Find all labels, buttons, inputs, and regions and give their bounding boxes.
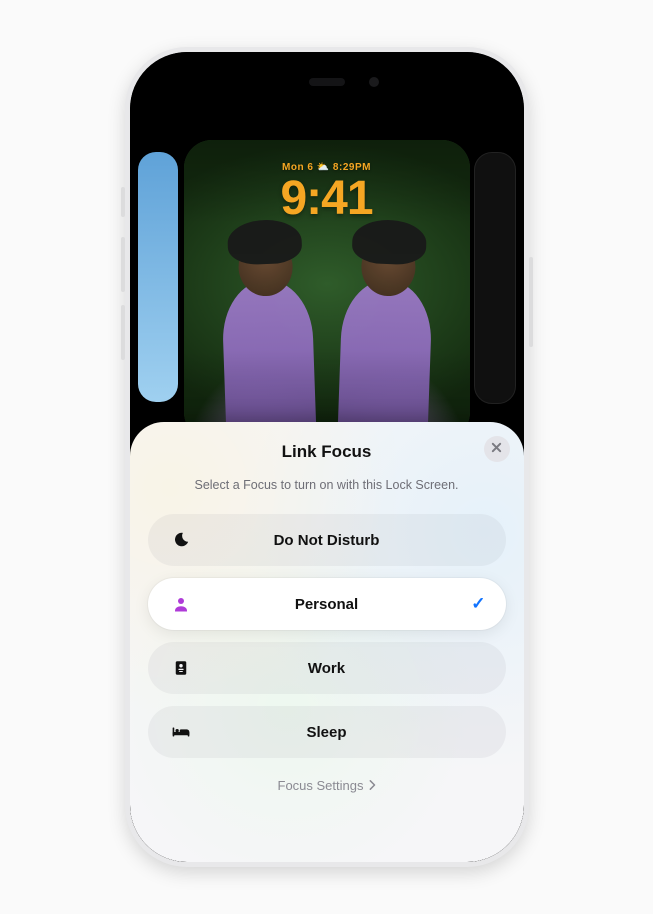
sheet-subtitle: Select a Focus to turn on with this Lock… bbox=[194, 478, 458, 492]
lockscreen-meta: Mon 6 ⛅ 8:29PM 9:41 bbox=[184, 162, 470, 223]
focus-row-dnd[interactable]: Do Not Disturb ✓ bbox=[148, 514, 506, 566]
check-icon: ✓ bbox=[471, 594, 485, 614]
screen: Mon 6 ⛅ 8:29PM 9:41 Link Focus bbox=[130, 52, 524, 862]
lockscreen-card-prev[interactable] bbox=[138, 152, 178, 402]
lockscreen-card-current[interactable]: Mon 6 ⛅ 8:29PM 9:41 bbox=[184, 140, 470, 440]
device-inner: Mon 6 ⛅ 8:29PM 9:41 Link Focus bbox=[130, 52, 524, 862]
lockscreen-time: 9:41 bbox=[184, 175, 470, 223]
close-button[interactable] bbox=[484, 436, 510, 462]
lockscreen-gallery: Mon 6 ⛅ 8:29PM 9:41 bbox=[130, 52, 524, 432]
focus-label: Do Not Disturb bbox=[148, 532, 506, 549]
focus-settings-label: Focus Settings bbox=[278, 778, 364, 793]
focus-list: Do Not Disturb ✓ Personal ✓ bbox=[148, 514, 506, 758]
lockscreen-card-next[interactable] bbox=[474, 152, 516, 404]
volume-down-button[interactable] bbox=[121, 305, 125, 360]
phone-frame: Mon 6 ⛅ 8:29PM 9:41 Link Focus bbox=[125, 47, 529, 867]
bed-icon bbox=[170, 723, 192, 741]
volume-up-button[interactable] bbox=[121, 237, 125, 292]
sheet-header: Link Focus bbox=[148, 438, 506, 466]
moon-icon bbox=[170, 531, 192, 549]
sheet-title: Link Focus bbox=[282, 442, 372, 462]
focus-row-sleep[interactable]: Sleep ✓ bbox=[148, 706, 506, 758]
chevron-right-icon bbox=[368, 778, 376, 793]
focus-label: Personal bbox=[148, 596, 506, 613]
focus-label: Work bbox=[148, 660, 506, 677]
badge-icon bbox=[170, 659, 192, 677]
focus-settings-link[interactable]: Focus Settings bbox=[278, 778, 376, 793]
person-icon bbox=[170, 595, 192, 613]
link-focus-sheet: Link Focus Select a Focus to turn on wit… bbox=[130, 422, 524, 862]
close-icon bbox=[491, 440, 502, 458]
focus-label: Sleep bbox=[148, 724, 506, 741]
dynamic-island bbox=[265, 66, 389, 98]
mute-switch[interactable] bbox=[121, 187, 125, 217]
focus-row-personal[interactable]: Personal ✓ bbox=[148, 578, 506, 630]
stage: Mon 6 ⛅ 8:29PM 9:41 Link Focus bbox=[0, 0, 653, 914]
focus-row-work[interactable]: Work ✓ bbox=[148, 642, 506, 694]
power-button[interactable] bbox=[529, 257, 533, 347]
